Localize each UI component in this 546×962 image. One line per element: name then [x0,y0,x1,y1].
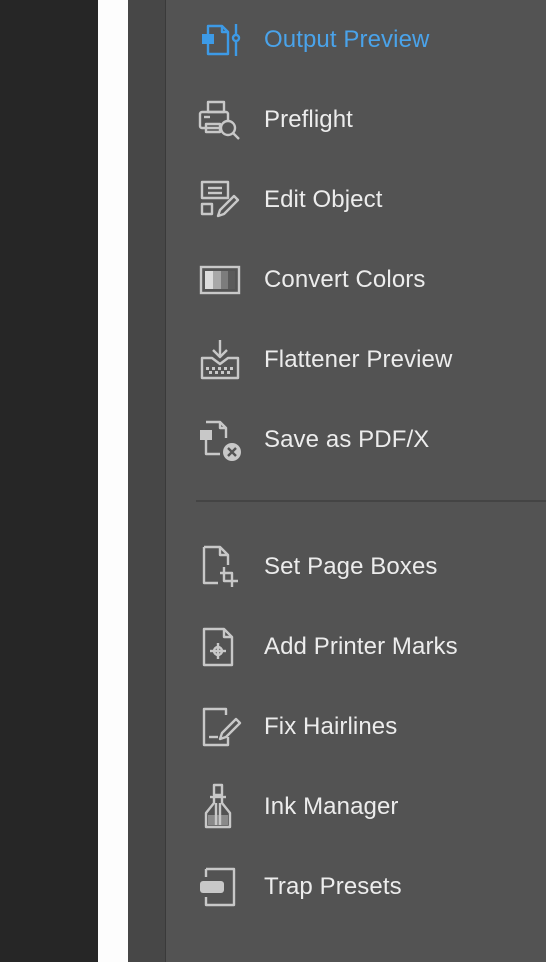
tool-convert-colors[interactable]: Convert Colors [196,240,546,320]
output-preview-icon [196,16,244,64]
save-as-pdfx-icon [196,416,244,464]
tool-label: Output Preview [264,26,430,53]
tool-flattener-preview[interactable]: Flattener Preview [196,320,546,400]
document-area [0,0,98,962]
divider [196,500,546,502]
edit-object-icon [196,176,244,224]
tool-label: Edit Object [264,186,383,213]
preflight-icon [196,96,244,144]
panel-collapse-rail[interactable] [128,0,280,962]
convert-colors-icon [196,256,244,304]
flattener-preview-icon [196,336,244,384]
tool-label: Save as PDF/X [264,426,430,453]
tool-label: Fix Hairlines [264,713,398,740]
tool-label: Preflight [264,106,353,133]
trap-presets-icon [196,863,244,911]
tool-label: Ink Manager [264,793,399,820]
page-edge [98,0,128,962]
tool-label: Set Page Boxes [264,553,438,580]
tool-preflight[interactable]: Preflight [196,80,546,160]
tool-fix-hairlines[interactable]: Fix Hairlines [196,687,546,767]
tool-set-page-boxes[interactable]: Set Page Boxes [196,527,546,607]
tool-label: Add Printer Marks [264,633,458,660]
tool-label: Trap Presets [264,873,402,900]
fix-hairlines-icon [196,703,244,751]
tool-label: Flattener Preview [264,346,453,373]
tool-add-printer-marks[interactable]: Add Printer Marks [196,607,546,687]
tool-output-preview[interactable]: Output Preview [196,0,546,80]
tool-save-as-pdfx[interactable]: Save as PDF/X [196,400,546,480]
tool-ink-manager[interactable]: Ink Manager [196,767,546,847]
tool-trap-presets[interactable]: Trap Presets [196,847,546,927]
print-production-panel: Output Preview Preflight Edit Object Con… [166,0,546,962]
add-printer-marks-icon [196,623,244,671]
tool-edit-object[interactable]: Edit Object [196,160,546,240]
set-page-boxes-icon [196,543,244,591]
tool-label: Convert Colors [264,266,426,293]
ink-manager-icon [196,783,244,831]
